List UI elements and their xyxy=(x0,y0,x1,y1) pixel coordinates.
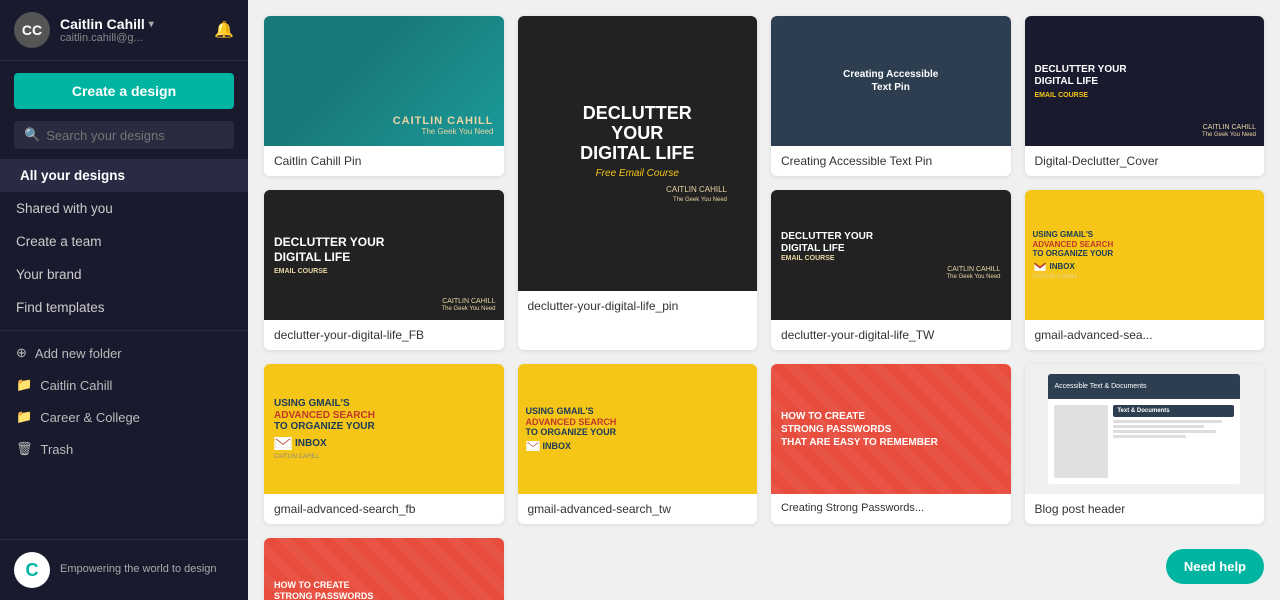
user-info: Caitlin Cahill ▾ caitlin.cahill@g... xyxy=(60,16,206,44)
design-card-strong-pw[interactable]: HOW TO CREATESTRONG PASSWORDSTHAT ARE EA… xyxy=(771,364,1011,524)
design-card-label: gmail-advanced-search_tw xyxy=(518,494,758,524)
sidebar-item-label: Find templates xyxy=(16,300,105,315)
design-card-label: Caitlin Cahill Pin xyxy=(264,146,504,176)
design-card-label: Blog post header xyxy=(1025,494,1265,524)
need-help-button[interactable]: Need help xyxy=(1166,549,1264,584)
design-card-gmail-tw[interactable]: USING GMAIL'S ADVANCED SEARCH TO ORGANIZ… xyxy=(518,364,758,524)
plus-circle-icon: ⊕ xyxy=(16,345,27,361)
design-card-label: declutter-your-digital-life_TW xyxy=(771,320,1011,350)
search-box[interactable]: 🔍 xyxy=(14,121,234,149)
main-content: CAITLIN CAHILL The Geek You Need Caitlin… xyxy=(248,0,1280,600)
design-card-declutter-fb[interactable]: DECLUTTER YOURDIGITAL LIFE EMAIL COURSE … xyxy=(264,190,504,350)
folder-icon: 📁 xyxy=(16,409,32,425)
footer-tagline: Empowering the world to design xyxy=(60,562,217,577)
sidebar-item-label: Your brand xyxy=(16,267,82,282)
trash-icon: 🗑 xyxy=(16,441,33,457)
sidebar-item-label: All your designs xyxy=(20,168,125,183)
sidebar-header: CC Caitlin Cahill ▾ caitlin.cahill@g... … xyxy=(0,0,248,61)
dropdown-arrow-icon[interactable]: ▾ xyxy=(149,19,154,30)
user-name: Caitlin Cahill ▾ xyxy=(60,16,206,32)
user-email: caitlin.cahill@g... xyxy=(60,32,206,44)
design-card-gmail-fb[interactable]: USING GMAIL'S ADVANCED SEARCH TO ORGANIZ… xyxy=(264,364,504,524)
search-input[interactable] xyxy=(46,128,224,143)
sidebar-item-label: Create a team xyxy=(16,234,102,249)
sidebar-item-shared[interactable]: Shared with you xyxy=(0,192,248,225)
design-card-blog-post[interactable]: Accessible Text & Documents Text & Docum… xyxy=(1025,364,1265,524)
sidebar-item-create-team[interactable]: Create a team xyxy=(0,225,248,258)
sidebar: CC Caitlin Cahill ▾ caitlin.cahill@g... … xyxy=(0,0,248,600)
create-design-button[interactable]: Create a design xyxy=(14,73,234,109)
canva-logo: C xyxy=(14,552,50,588)
sidebar-item-your-brand[interactable]: Your brand xyxy=(0,258,248,291)
design-card-label: declutter-your-digital-life_pin xyxy=(518,291,758,321)
sidebar-nav: All your designs Shared with you Create … xyxy=(0,159,248,539)
search-icon: 🔍 xyxy=(24,127,40,143)
design-card-strong-pw2[interactable]: HOW TO CREATESTRONG PASSWORDSTHAT ARE EA… xyxy=(264,538,504,600)
gmail-m-icon xyxy=(526,441,540,451)
design-card-label: declutter-your-digital-life_FB xyxy=(264,320,504,350)
design-card-label: Digital-Declutter_Cover xyxy=(1025,146,1265,176)
notification-bell-icon[interactable]: 🔔 xyxy=(214,20,234,40)
sidebar-item-label: Shared with you xyxy=(16,201,113,216)
design-card-caitlin-pin[interactable]: CAITLIN CAHILL The Geek You Need Caitlin… xyxy=(264,16,504,176)
sidebar-item-all-designs[interactable]: All your designs xyxy=(0,159,248,192)
design-card-declutter-pin-featured[interactable]: DECLUTTERYOURDIGITAL LIFE Free Email Cou… xyxy=(518,16,758,350)
design-card-label: gmail-advanced-search_fb xyxy=(264,494,504,524)
design-card-label: Creating Accessible Text Pin xyxy=(771,146,1011,176)
design-card-label: Creating Strong Passwords... xyxy=(771,494,1011,522)
gmail-m-icon xyxy=(1033,262,1047,272)
sidebar-item-caitlin-cahill[interactable]: 📁 Caitlin Cahill xyxy=(0,369,248,401)
designs-grid: CAITLIN CAHILL The Geek You Need Caitlin… xyxy=(264,16,1264,600)
sidebar-item-career-college[interactable]: 📁 Career & College xyxy=(0,401,248,433)
folder-icon: 📁 xyxy=(16,377,32,393)
design-card-label: gmail-advanced-sea... xyxy=(1025,320,1265,350)
design-card-declutter-tw[interactable]: DECLUTTER YOURDIGITAL LIFE EMAIL COURSE … xyxy=(771,190,1011,350)
add-folder-button[interactable]: ⊕ Add new folder xyxy=(0,337,248,369)
avatar: CC xyxy=(14,12,50,48)
design-card-digital-cover[interactable]: DECLUTTER YOURDIGITAL LIFE EMAIL COURSE … xyxy=(1025,16,1265,176)
design-card-accessible-text[interactable]: Creating AccessibleText Pin Creating Acc… xyxy=(771,16,1011,176)
design-card-gmail-advanced[interactable]: USING GMAIL'S ADVANCED SEARCH TO ORGANIZ… xyxy=(1025,190,1265,350)
sidebar-item-trash[interactable]: 🗑 Trash xyxy=(0,433,248,465)
sidebar-footer: C Empowering the world to design xyxy=(0,539,248,600)
sidebar-item-find-templates[interactable]: Find templates xyxy=(0,291,248,324)
gmail-m-icon xyxy=(274,437,292,450)
